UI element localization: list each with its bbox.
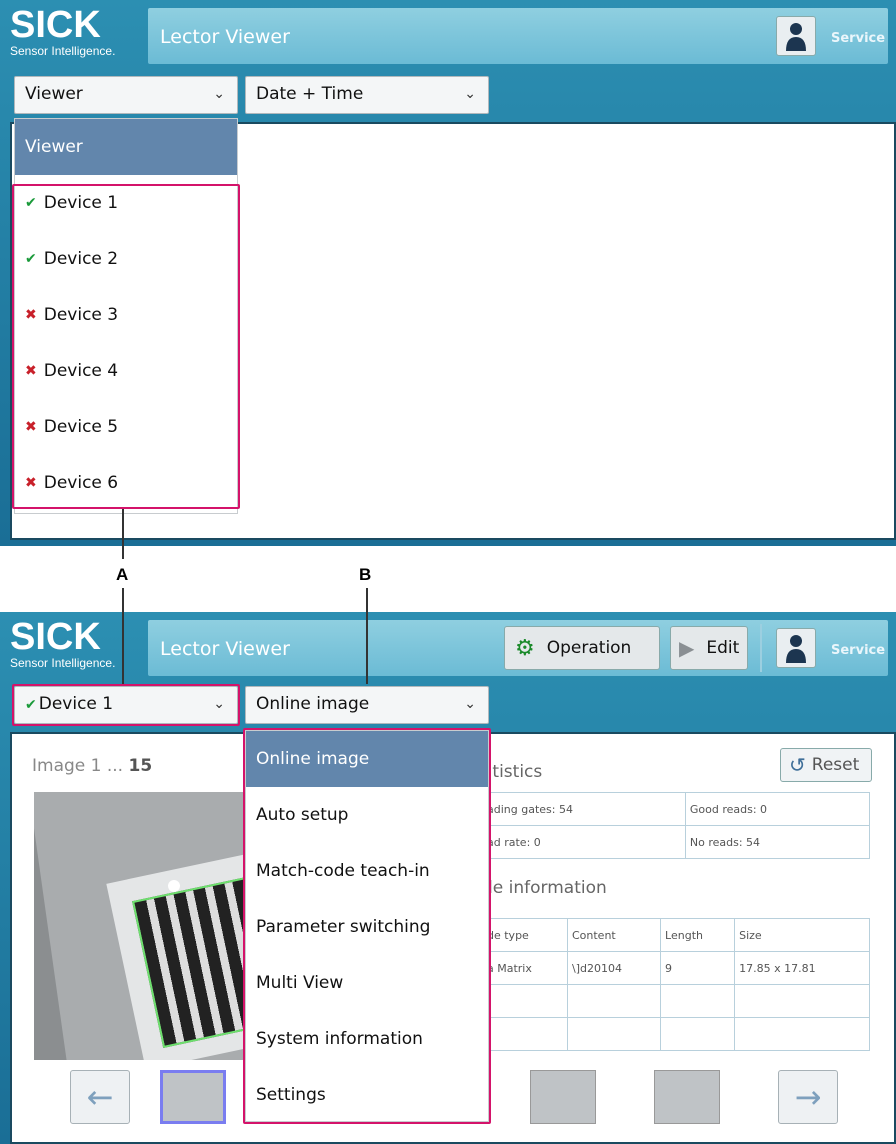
previous-button[interactable]: ← — [70, 1070, 130, 1124]
callout-line-a-bottom — [122, 588, 124, 684]
thumbnail-5[interactable] — [654, 1070, 720, 1124]
cell: a Matrix — [482, 951, 568, 985]
app-title: Lector Viewer — [160, 26, 290, 48]
service-label: Service — [831, 31, 886, 46]
time-dropdown[interactable]: Date + Time ⌄ — [245, 76, 489, 114]
view-dropdown-value: Viewer — [25, 84, 83, 104]
reset-label: Reset — [811, 755, 860, 775]
header-cell: de type — [482, 918, 568, 952]
user-button[interactable] — [776, 628, 816, 668]
edit-label: Edit — [706, 638, 740, 658]
image-counter: Image 1 ... 15 — [32, 756, 153, 776]
chevron-down-icon: ⌄ — [464, 86, 476, 102]
stat-no-reads: No reads: 54 — [684, 825, 871, 859]
chevron-down-icon: ⌄ — [213, 86, 225, 102]
chevron-down-icon: ⌄ — [464, 696, 476, 712]
service-label: Service — [831, 643, 886, 658]
bottom-screen: SICK Sensor Intelligence. Lector Viewer … — [0, 612, 896, 1144]
stat-good-reads: Good reads: 0 — [684, 792, 871, 826]
menu-header-viewer[interactable]: Viewer — [15, 119, 237, 175]
cell: \]d20104 — [566, 951, 662, 985]
code-info-table: de type Content Length Size a Matrix \]d… — [482, 918, 870, 1051]
cell: 17.85 x 17.81 — [734, 951, 870, 985]
user-icon — [786, 23, 806, 51]
cell: 9 — [660, 951, 736, 985]
reset-button[interactable]: ↺ Reset — [780, 748, 872, 782]
reset-icon: ↺ — [789, 753, 806, 777]
header-cell: Length — [660, 918, 736, 952]
title-bar: Lector Viewer ⚙ Operation ▶ Edit Service — [148, 620, 888, 676]
menu-header-label: Viewer — [25, 137, 83, 157]
stat-read-rate: ad rate: 0 — [482, 825, 686, 859]
user-button[interactable] — [776, 16, 816, 56]
title-bar: Lector Viewer Service — [148, 8, 888, 64]
highlight-box-b — [243, 728, 491, 1124]
callout-a: A — [116, 565, 129, 584]
highlight-device-dropdown — [12, 684, 240, 726]
mode-dropdown[interactable]: Online image ⌄ — [245, 686, 489, 724]
thumbnail-4[interactable] — [530, 1070, 596, 1124]
time-dropdown-value: Date + Time — [256, 84, 364, 104]
highlight-box-a — [12, 184, 240, 509]
arrow-left-icon: ← — [86, 1078, 114, 1116]
view-dropdown[interactable]: Viewer ⌄ — [14, 76, 238, 114]
callout-line-b — [366, 588, 368, 684]
statistics-title: atistics — [482, 762, 543, 782]
header-cell: Size — [734, 918, 870, 952]
sick-logo: SICK Sensor Intelligence. — [10, 4, 116, 58]
play-icon: ▶ — [679, 636, 695, 660]
operation-button[interactable]: ⚙ Operation — [504, 626, 660, 670]
stat-reading-gates: ading gates: 54 — [482, 792, 686, 826]
user-icon — [786, 635, 806, 663]
operation-label: Operation — [546, 638, 632, 658]
camera-image[interactable] — [34, 792, 248, 1060]
callout-b: B — [359, 565, 372, 584]
toolbar-divider — [760, 624, 762, 672]
code-info-title: de information — [482, 878, 607, 898]
arrow-right-icon: → — [794, 1078, 822, 1116]
edit-button[interactable]: ▶ Edit — [670, 626, 748, 670]
app-title: Lector Viewer — [160, 638, 290, 660]
thumbnail-1[interactable] — [160, 1070, 226, 1124]
statistics-table: ading gates: 54 Good reads: 0 ad rate: 0N… — [482, 792, 871, 859]
next-button[interactable]: → — [778, 1070, 838, 1124]
mode-dropdown-value: Online image — [256, 694, 370, 714]
gear-icon: ⚙ — [515, 635, 535, 661]
header-cell: Content — [566, 918, 662, 952]
callout-line-a-top — [122, 509, 124, 559]
top-screen: SICK Sensor Intelligence. Lector Viewer … — [0, 0, 896, 546]
